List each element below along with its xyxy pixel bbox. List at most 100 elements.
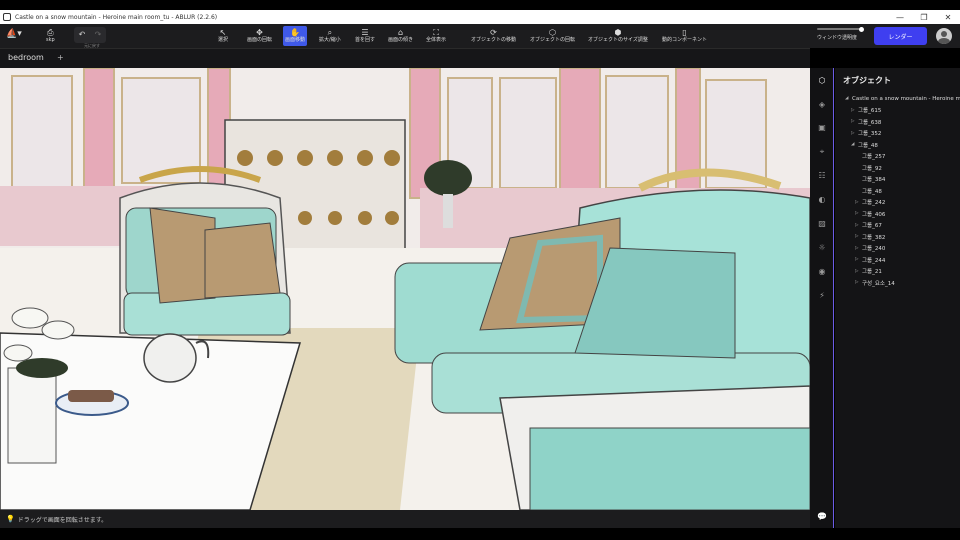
skp-label: skp [46, 37, 55, 43]
tree-item[interactable]: ▷ 그룹_638 [851, 116, 881, 127]
rail-separator [833, 68, 834, 528]
collapsed-arrow-icon[interactable]: ▷ [855, 269, 862, 274]
status-message: ドラッグで画面を回転させます。 [17, 516, 108, 524]
tree-item-label: 그룹_406 [862, 211, 886, 218]
tree-item[interactable]: ▷ 그룹_21 [855, 266, 882, 277]
scene-render [0, 68, 810, 510]
tree-item[interactable]: 그룹_92 [855, 162, 882, 173]
tree-item[interactable]: ◢Castle on a snow mountain - Heroine mai… [845, 93, 960, 104]
redo-icon[interactable]: ↷ [90, 27, 106, 43]
rotate-object-icon: ⬡ [549, 28, 556, 37]
tree-item[interactable]: ▷ 그룹_244 [855, 254, 885, 265]
chat-icon[interactable]: 💬 [814, 510, 830, 524]
minimize-button[interactable]: — [888, 10, 912, 24]
tool-label: 首を回す [355, 37, 376, 43]
tree-item-label: 그룹_48 [862, 188, 882, 195]
tool-scale-object[interactable]: ⬢ オブジェクトのサイズ調整 [588, 26, 648, 46]
tree-item-label: 그룹_257 [862, 154, 886, 160]
maximize-button[interactable]: ❐ [912, 10, 936, 24]
contrast-icon[interactable]: ◐ [814, 193, 830, 207]
tool-zoom[interactable]: ⌕ 拡大/縮小 [319, 26, 341, 46]
tool-orbit[interactable]: ✥ 画面の回転 [247, 26, 272, 46]
tree-item[interactable]: ▷ 구성_요소_14 [855, 277, 895, 288]
skp-import-button[interactable]: ⎙ skp [46, 26, 55, 46]
zoom-icon: ⌕ [327, 28, 333, 37]
window-opacity-label: ウィンドウ透明度 [817, 35, 858, 41]
collapsed-arrow-icon[interactable]: ▷ [851, 131, 858, 136]
bolt-icon[interactable]: ⚡ [814, 289, 830, 303]
tool-label: 動的コンポーネント [662, 37, 708, 43]
expanded-arrow-icon[interactable]: ◢ [851, 142, 858, 147]
tree-item[interactable]: ▷ 그룹_352 [851, 128, 881, 139]
tool-select[interactable]: ↖ 選択 [218, 26, 228, 46]
tool-tilt[interactable]: ⌂ 画面の傾き [388, 26, 413, 46]
collapsed-arrow-icon[interactable]: ▷ [855, 223, 862, 228]
tree-item[interactable]: 그룹_48 [855, 185, 882, 196]
tool-move-object[interactable]: ⟳ オブジェクトの移動 [471, 26, 516, 46]
collapsed-arrow-icon[interactable]: ▷ [851, 108, 858, 113]
tab-bedroom[interactable]: bedroom [8, 53, 44, 62]
sliders-icon[interactable]: ☷ [814, 169, 830, 183]
collapsed-arrow-icon[interactable]: ▷ [855, 211, 862, 216]
collapsed-arrow-icon[interactable]: ▷ [855, 246, 862, 251]
tree-item[interactable]: ▷ 그룹_67 [855, 220, 882, 231]
look-around-icon: ☰ [361, 28, 369, 37]
collapsed-arrow-icon[interactable]: ▷ [851, 119, 858, 124]
tool-pan[interactable]: ✋ 画面移動 [283, 26, 308, 46]
expanded-arrow-icon[interactable]: ◢ [845, 96, 852, 101]
material-icon[interactable]: ▣ [814, 121, 830, 135]
add-tab-button[interactable]: + [57, 53, 64, 62]
tool-label: 画面の回転 [247, 37, 273, 43]
tree-item-label: 그룹_240 [862, 246, 886, 252]
tool-label: 全体表示 [426, 37, 447, 43]
3d-viewport[interactable] [0, 68, 810, 510]
collapsed-arrow-icon[interactable]: ▷ [855, 257, 862, 262]
collapsed-arrow-icon[interactable]: ▷ [855, 200, 862, 205]
tree-item-label: 그룹_244 [862, 257, 886, 264]
scene-icon[interactable]: ⌖ [814, 145, 830, 159]
panel-title: オブジェクト [843, 76, 891, 85]
tool-zoom-extents[interactable]: ⛶ 全体表示 [426, 26, 446, 46]
collapsed-arrow-icon[interactable]: ▷ [855, 280, 862, 285]
tree-item-label: 그룹_382 [862, 234, 886, 241]
status-bar: 💡 ドラッグで画面を回転させます。 [0, 510, 810, 528]
tree-item-label: 그룹_638 [858, 119, 882, 126]
tool-dynamic-component[interactable]: ▯ 動的コンポーネント [662, 26, 707, 46]
undo-redo-group: ↶ ↷ [74, 27, 106, 43]
side-icon-rail: ⬡ ◈ ▣ ⌖ ☷ ◐ ▨ ☼ ◉ ⚡ 💬 [810, 68, 834, 528]
user-avatar[interactable] [936, 28, 952, 44]
render-button[interactable]: レンダー [874, 27, 927, 45]
tree-item[interactable]: ▷ 그룹_382 [855, 231, 885, 242]
collapsed-arrow-icon[interactable]: ▷ [855, 234, 862, 239]
slider-knob[interactable] [859, 26, 864, 32]
close-button[interactable]: ✕ [936, 10, 960, 24]
scene-tab-bar: bedroom + [0, 48, 810, 68]
cube-icon[interactable]: ⬡ [814, 74, 830, 88]
tree-item-label: 그룹_242 [862, 200, 886, 206]
app-menu-button[interactable]: ⛵▾ [6, 29, 22, 39]
image-icon[interactable]: ▨ [814, 217, 830, 231]
tool-label: 画面の傾き [388, 37, 414, 43]
tree-item[interactable]: ▷ 그룹_242 [855, 197, 885, 208]
window-opacity-slider[interactable] [817, 26, 864, 32]
tool-look-around[interactable]: ☰ 首を回す [355, 26, 375, 46]
layers-icon[interactable]: ◈ [814, 98, 830, 112]
tree-item[interactable]: ▷ 그룹_615 [851, 105, 881, 116]
tree-item-label: 구성_요소_14 [862, 280, 895, 287]
tree-item[interactable]: ▷ 그룹_406 [855, 208, 885, 219]
tree-item[interactable]: 그룹_257 [855, 151, 885, 162]
tool-label: オブジェクトのサイズ調整 [588, 37, 648, 43]
tool-label: 拡大/縮小 [319, 37, 341, 43]
tool-rotate-object[interactable]: ⬡ オブジェクトの回転 [530, 26, 575, 46]
camera-icon[interactable]: ◉ [814, 265, 830, 279]
scale-object-icon: ⬢ [614, 28, 622, 37]
tree-item[interactable]: ◢ 그룹_48 [851, 139, 878, 150]
tool-label: オブジェクトの回転 [530, 37, 576, 43]
sun-icon[interactable]: ☼ [814, 241, 830, 255]
window-controls: — ❐ ✕ [888, 10, 960, 24]
tree-item[interactable]: ▷ 그룹_240 [855, 243, 885, 254]
undo-icon[interactable]: ↶ [74, 27, 90, 43]
cursor-icon: ↖ [219, 28, 227, 37]
tool-label: 画面移動 [285, 37, 306, 43]
tree-item[interactable]: 그룹_384 [855, 174, 885, 185]
